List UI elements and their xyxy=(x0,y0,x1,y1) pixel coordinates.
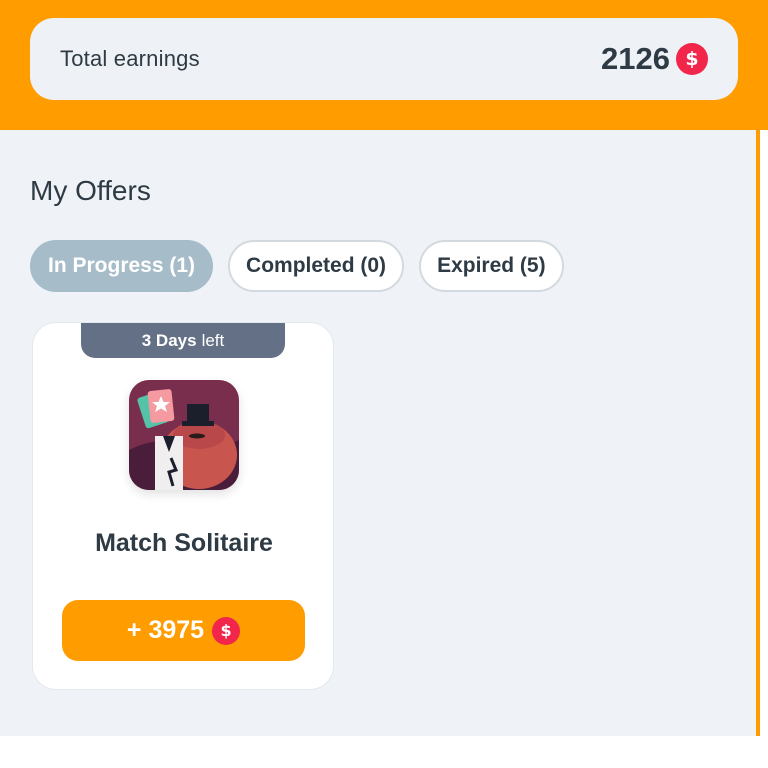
match-solitaire-app-icon xyxy=(129,380,239,490)
total-earnings-amount: 2126 $ xyxy=(601,41,708,77)
tab-expired[interactable]: Expired (5) xyxy=(419,240,564,292)
time-left-badge: 3 Days left xyxy=(81,323,285,358)
offer-title: Match Solitaire xyxy=(95,529,273,557)
tab-in-progress[interactable]: In Progress (1) xyxy=(30,240,214,292)
bottom-strip xyxy=(0,736,768,768)
coin-icon: $ xyxy=(212,616,241,645)
section-title: My Offers xyxy=(30,175,151,206)
header-band: Total earnings 2126 $ xyxy=(0,0,768,130)
tab-completed[interactable]: Completed (0) xyxy=(228,240,405,292)
app-icon-artwork xyxy=(129,380,239,490)
offer-status-tabs: In Progress (1) Completed (0) Expired (5… xyxy=(30,240,564,292)
total-earnings-card: Total earnings 2126 $ xyxy=(30,18,738,100)
right-accent-bar xyxy=(756,130,760,736)
total-earnings-value: 2126 xyxy=(601,41,670,76)
reward-amount: + 3975 xyxy=(126,616,205,644)
offer-card[interactable]: 3 Days left Match Solitaire + 3975 $ xyxy=(32,322,334,690)
time-left-value: 3 Days xyxy=(141,330,197,350)
time-left-suffix: left xyxy=(201,330,225,350)
offers-content: My Offers In Progress (1) Completed (0) … xyxy=(0,130,756,736)
coin-icon: $ xyxy=(676,43,708,75)
offers-screen: Total earnings 2126 $ My Offers In Progr… xyxy=(0,0,768,768)
total-earnings-label: Total earnings xyxy=(60,46,200,71)
reward-button[interactable]: + 3975 $ xyxy=(62,600,305,661)
